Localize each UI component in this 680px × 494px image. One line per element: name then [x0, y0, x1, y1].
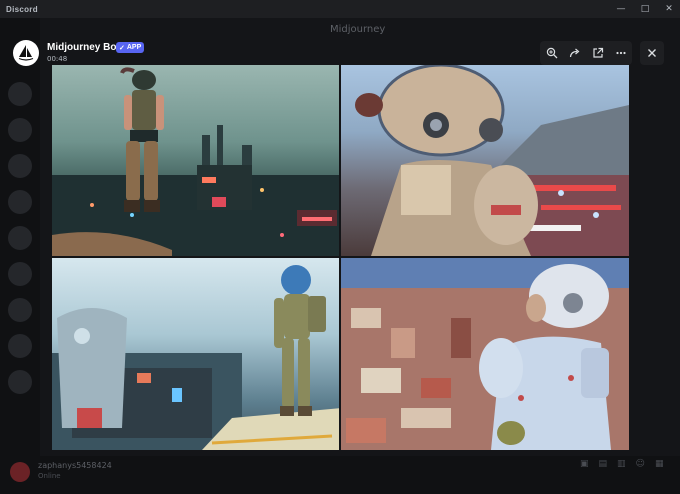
forward-button[interactable] — [566, 44, 584, 62]
server-icon — [8, 190, 32, 214]
zoom-icon — [546, 47, 557, 59]
server-icon — [8, 82, 32, 106]
window-controls: — □ ✕ — [616, 0, 674, 18]
image-1-artwork — [52, 67, 339, 256]
open-external-button[interactable] — [589, 44, 607, 62]
user-name: zaphanys5458424 — [38, 461, 112, 470]
server-icon — [8, 370, 32, 394]
open-external-icon — [592, 47, 603, 58]
image-grid[interactable] — [52, 65, 629, 450]
app-title: Discord — [6, 4, 38, 14]
grid-image-1[interactable] — [52, 65, 339, 256]
bot-avatar[interactable] — [13, 40, 39, 66]
badge-label: APP — [126, 44, 142, 51]
timestamp: 00:48 — [47, 55, 68, 63]
server-rail — [0, 18, 40, 494]
image-3-artwork — [52, 265, 339, 450]
sticker-icon: ▥ — [617, 459, 626, 469]
app-badge: ✓ APP — [116, 42, 145, 53]
close-icon[interactable]: ✕ — [664, 4, 674, 14]
apps-icon: ▦ — [654, 459, 664, 469]
viewer-toolbar — [540, 41, 632, 65]
sailboat-icon — [18, 45, 34, 61]
check-icon: ✓ — [119, 44, 125, 52]
gift-icon: ▣ — [580, 459, 589, 469]
image-2-artwork — [355, 65, 629, 256]
server-icon — [8, 226, 32, 250]
window-title-bar: Discord — □ ✕ — [0, 0, 680, 18]
zoom-button[interactable] — [543, 44, 561, 62]
background-channel-name: Midjourney — [330, 24, 386, 35]
grid-image-3[interactable] — [52, 258, 339, 450]
avatar — [10, 462, 30, 482]
emoji-icon: ☺ — [635, 459, 645, 469]
server-icon — [8, 118, 32, 142]
close-viewer-button[interactable] — [640, 41, 664, 65]
server-icon — [8, 262, 32, 286]
grid-image-2[interactable] — [341, 65, 629, 256]
minimize-icon[interactable]: — — [616, 4, 626, 14]
grid-image-4[interactable] — [341, 258, 629, 450]
author-name[interactable]: Midjourney Bot — [47, 42, 120, 53]
user-status: Online — [38, 472, 61, 480]
forward-icon — [569, 48, 579, 58]
maximize-icon[interactable]: □ — [640, 4, 650, 14]
composer-icons: ▣ ▤ ▥ ☺ ▦ — [580, 459, 663, 469]
more-button[interactable] — [612, 44, 630, 62]
close-icon — [648, 49, 656, 57]
server-icon — [8, 298, 32, 322]
more-icon — [615, 51, 626, 55]
image-4-artwork — [341, 258, 629, 450]
gif-icon: ▤ — [598, 459, 608, 469]
server-icon — [8, 334, 32, 358]
server-icon — [8, 154, 32, 178]
